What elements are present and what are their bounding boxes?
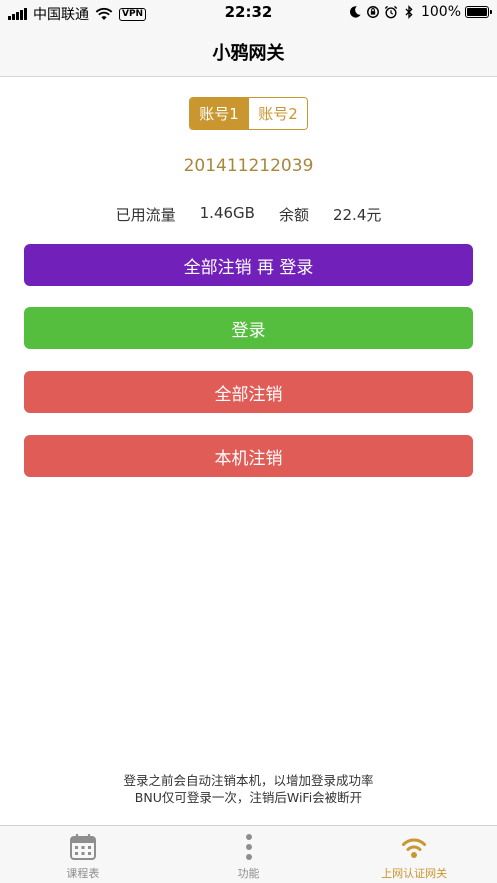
- alarm-icon: [384, 5, 398, 19]
- account-switcher: 账号1 账号2: [189, 97, 308, 130]
- notice-text: 登录之前会自动注销本机，以增加登录成功率 BNU仅可登录一次，注销后WiFi会被…: [0, 772, 497, 806]
- moon-icon: [349, 6, 361, 18]
- tab-functions-label: 功能: [237, 867, 260, 880]
- nav-bar: 小鸦网关: [0, 26, 497, 77]
- tab-schedule[interactable]: 课程表: [0, 826, 166, 883]
- account-id: 201411212039: [183, 156, 314, 176]
- logout-all-button[interactable]: 全部注销: [24, 371, 473, 413]
- tab-account-2[interactable]: 账号2: [248, 98, 307, 129]
- notice-line-1: 登录之前会自动注销本机，以增加登录成功率: [123, 773, 374, 788]
- used-traffic-value: 1.46GB: [199, 204, 255, 222]
- battery-icon: [465, 6, 492, 18]
- calendar-icon: [69, 834, 96, 860]
- balance-value: 22.4元: [332, 206, 382, 224]
- tab-gateway-label: 上网认证网关: [381, 867, 448, 880]
- usage-info: 已用流量 1.46GB 余额 22.4元: [0, 204, 497, 225]
- bluetooth-icon: [405, 5, 413, 19]
- notice-line-2: BNU仅可登录一次，注销后WiFi会被断开: [134, 790, 363, 805]
- orientation-lock-icon: [367, 6, 379, 18]
- tab-functions[interactable]: 功能: [166, 826, 332, 883]
- login-button[interactable]: 登录: [24, 307, 473, 349]
- more-vertical-icon: [245, 834, 252, 860]
- status-right: 100%: [344, 4, 492, 20]
- logout-all-and-login-button[interactable]: 全部注销 再 登录: [24, 244, 473, 286]
- status-bar: 中国联通 VPN 22:32 100%: [0, 0, 497, 26]
- page-title: 小鸦网关: [212, 43, 285, 64]
- tab-bar: 课程表 功能 上网认证网关: [0, 825, 497, 883]
- tab-schedule-label: 课程表: [66, 867, 100, 880]
- used-traffic-label: 已用流量: [115, 206, 176, 224]
- battery-percent: 100%: [420, 4, 461, 20]
- logout-this-device-button[interactable]: 本机注销: [24, 435, 473, 477]
- wifi-icon: [402, 838, 427, 858]
- tab-account-1[interactable]: 账号1: [190, 98, 248, 129]
- tab-gateway[interactable]: 上网认证网关: [331, 826, 497, 883]
- balance-label: 余额: [278, 206, 309, 224]
